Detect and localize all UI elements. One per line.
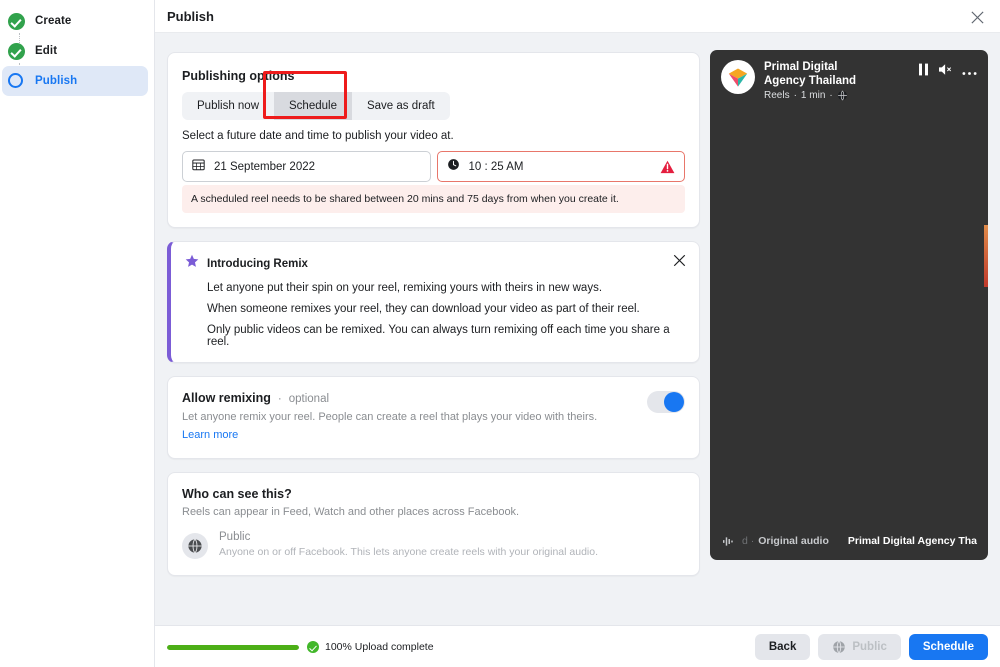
allow-remixing-title: Allow remixing [182,391,271,405]
preview-audio-label: Original audio [758,535,829,547]
empty-circle-icon [8,72,25,90]
warning-triangle-icon [660,160,675,179]
preview-meta: Reels · 1 min · [764,90,918,101]
tab-schedule[interactable]: Schedule [274,92,352,120]
step-sidebar: Create Edit Publish [0,0,155,667]
remix-announcement-card: Introducing Remix Let anyone put their s… [167,241,700,363]
audience-option-name: Public [219,531,251,543]
close-icon[interactable] [966,6,988,28]
sidebar-item-edit[interactable]: Edit [2,36,148,77]
page-title: Publish [167,9,214,24]
audience-option-description: Anyone on or off Facebook. This lets any… [219,546,598,558]
preview-audio-prefix: d · [742,535,755,547]
remix-header: Introducing Remix [185,254,685,273]
publishing-options-card: Publishing options Publish now Schedule … [167,52,700,228]
publishing-options-title: Publishing options [182,69,295,83]
remix-line: Only public videos can be remixed. You c… [207,324,670,348]
calendar-icon [192,158,205,176]
preview-page-name: Primal Digital Agency Thailand [764,61,857,87]
globe-icon [837,90,848,101]
schedule-button[interactable]: Schedule [908,634,988,660]
tab-save-as-draft[interactable]: Save as draft [352,92,450,120]
progress-track [167,644,299,650]
brand-prism-avatar [721,60,755,94]
schedule-datetime-row: 21 September 2022 10 : 25 AM [182,151,685,182]
audience-subtitle: Reels can appear in Feed, Watch and othe… [182,506,520,518]
preview-audio-bar: d · Original audio Primal Digital Agency… [710,535,988,547]
close-icon[interactable] [672,253,688,269]
reel-preview-panel[interactable]: Primal Digital Agency Thailand Reels · 1… [710,50,988,560]
tab-publish-now[interactable]: Publish now [182,92,274,120]
sidebar-item-label: Edit [35,45,58,57]
audience-button-label: Public [852,641,887,653]
schedule-time-value: 10 : 25 AM [468,160,524,173]
publishing-mode-tabs: Publish now Schedule Save as draft [182,92,450,120]
star-icon [185,254,199,273]
globe-icon [832,640,846,654]
learn-more-link[interactable]: Learn more [182,429,238,441]
check-circle-icon [8,42,25,60]
dialog-header: Publish [155,0,1000,33]
audience-option-row[interactable]: Public Anyone on or off Facebook. This l… [182,531,685,559]
settings-column: Publishing options Publish now Schedule … [167,52,700,589]
sidebar-item-publish[interactable]: Publish [2,66,148,96]
footer-actions: Back Public Schedule [754,634,988,660]
dialog-body: Publishing options Publish now Schedule … [155,33,1000,625]
progress-fill [167,644,299,650]
sidebar-item-label: Publish [35,75,78,87]
upload-progress-text: 100% Upload complete [325,641,434,653]
audience-card: Who can see this? Reels can appear in Fe… [167,472,700,576]
back-button[interactable]: Back [754,634,811,660]
schedule-date-input[interactable]: 21 September 2022 [182,151,431,182]
allow-remixing-header: Allow remixing · optional [182,391,685,405]
preview-meta-sep: · [829,90,833,101]
dialog-footer: 100% Upload complete Back Public Schedul… [155,625,1000,667]
more-horizontal-icon[interactable] [962,63,977,81]
remix-title: Introducing Remix [207,257,308,270]
sidebar-item-label: Create [35,15,72,27]
preview-edge-sliver [984,225,988,287]
remix-line: Let anyone put their spin on your reel, … [207,282,603,294]
allow-remixing-description: Let anyone remix your reel. People can c… [182,411,598,423]
publish-reel-dialog: Create Edit Publish Publish Publishing o… [0,0,1000,667]
preview-meta-duration: 1 min [800,90,826,101]
speaker-muted-icon[interactable] [938,63,953,81]
pause-icon[interactable] [918,63,929,81]
preview-header: Primal Digital Agency Thailand Reels · 1… [710,50,988,101]
allow-remixing-separator: · [277,393,282,405]
remix-line: When someone remixes your reel, they can… [207,303,640,315]
preview-meta-type: Reels [764,90,790,101]
allow-remixing-optional-label: optional [288,393,330,405]
preview-audio-author: Primal Digital Agency Tha [847,535,978,547]
check-circle-icon [8,12,25,30]
schedule-date-value: 21 September 2022 [214,160,316,173]
globe-icon [182,533,208,559]
check-circle-icon [307,641,319,653]
preview-page-info: Primal Digital Agency Thailand Reels · 1… [764,60,918,101]
schedule-help-text: Select a future date and time to publish… [182,130,454,142]
schedule-time-input[interactable]: 10 : 25 AM [436,151,685,182]
audio-waveform-icon [722,536,735,547]
sidebar-item-create[interactable]: Create [2,6,148,47]
allow-remixing-toggle[interactable] [647,391,685,413]
schedule-error-banner: A scheduled reel needs to be shared betw… [182,185,685,213]
clock-icon [447,158,460,176]
preview-controls [918,60,977,81]
upload-progress: 100% Upload complete [167,641,434,653]
audience-title: Who can see this? [182,487,292,501]
preview-meta-sep: · [793,90,797,101]
allow-remixing-card: Allow remixing · optional Let anyone rem… [167,376,700,459]
audience-button[interactable]: Public [818,634,901,660]
